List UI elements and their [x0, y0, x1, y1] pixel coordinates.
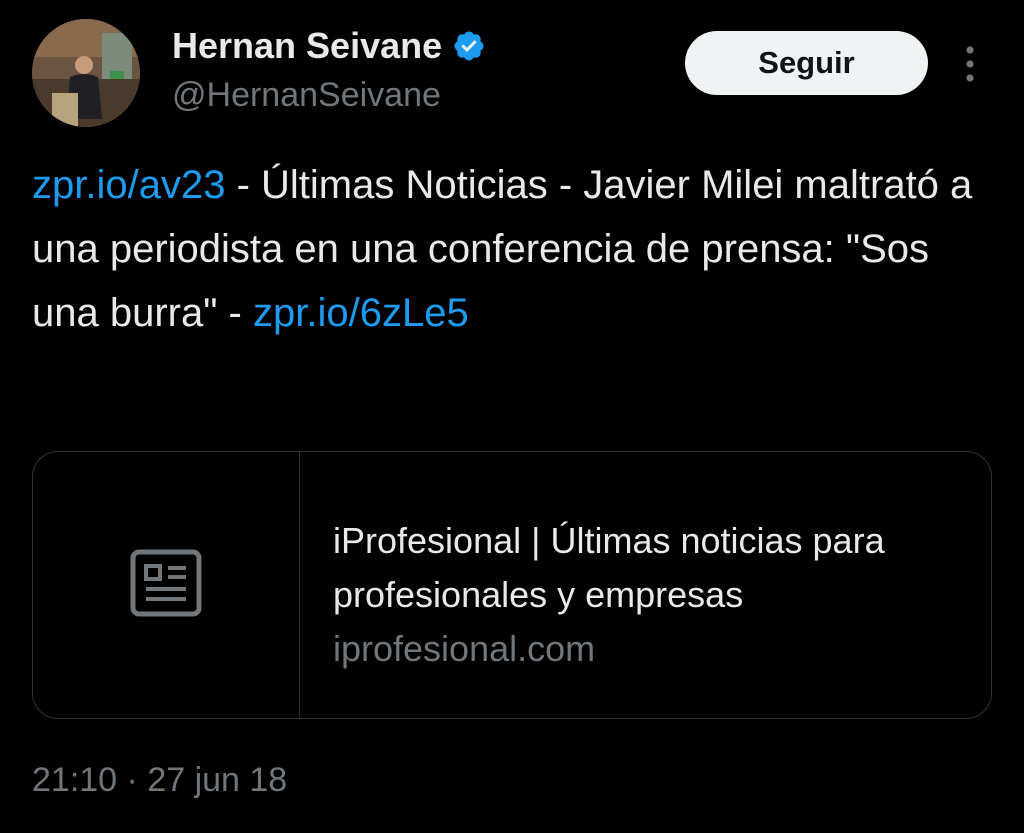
article-icon: [130, 549, 202, 622]
tweet-time: 21:10: [32, 761, 118, 799]
author-name-row: Hernan Seivane: [172, 24, 486, 68]
tweet-timestamp[interactable]: 21:10 · 27 jun 18: [32, 758, 287, 802]
tweet-date: 27 jun 18: [147, 761, 288, 799]
card-domain: iprofesional.com: [333, 628, 596, 669]
author-display-name[interactable]: Hernan Seivane: [172, 24, 442, 68]
link-preview-card[interactable]: iProfesional | Últimas noticias para pro…: [32, 451, 992, 719]
tweet-link-1[interactable]: zpr.io/av23: [32, 163, 225, 207]
avatar[interactable]: [32, 19, 140, 127]
verified-badge-icon: [452, 29, 486, 63]
author-handle[interactable]: @HernanSeivane: [172, 74, 441, 116]
timestamp-separator: ·: [117, 761, 148, 799]
more-options-icon[interactable]: [954, 42, 986, 86]
card-thumbnail: [33, 452, 300, 718]
tweet-text: zpr.io/av23 - Últimas Noticias - Javier …: [32, 153, 992, 345]
follow-button[interactable]: Seguir: [685, 31, 928, 95]
tweet-link-2[interactable]: zpr.io/6zLe5: [253, 291, 469, 335]
card-title: iProfesional | Últimas noticias para pro…: [333, 520, 885, 615]
card-body: iProfesional | Últimas noticias para pro…: [300, 452, 991, 718]
